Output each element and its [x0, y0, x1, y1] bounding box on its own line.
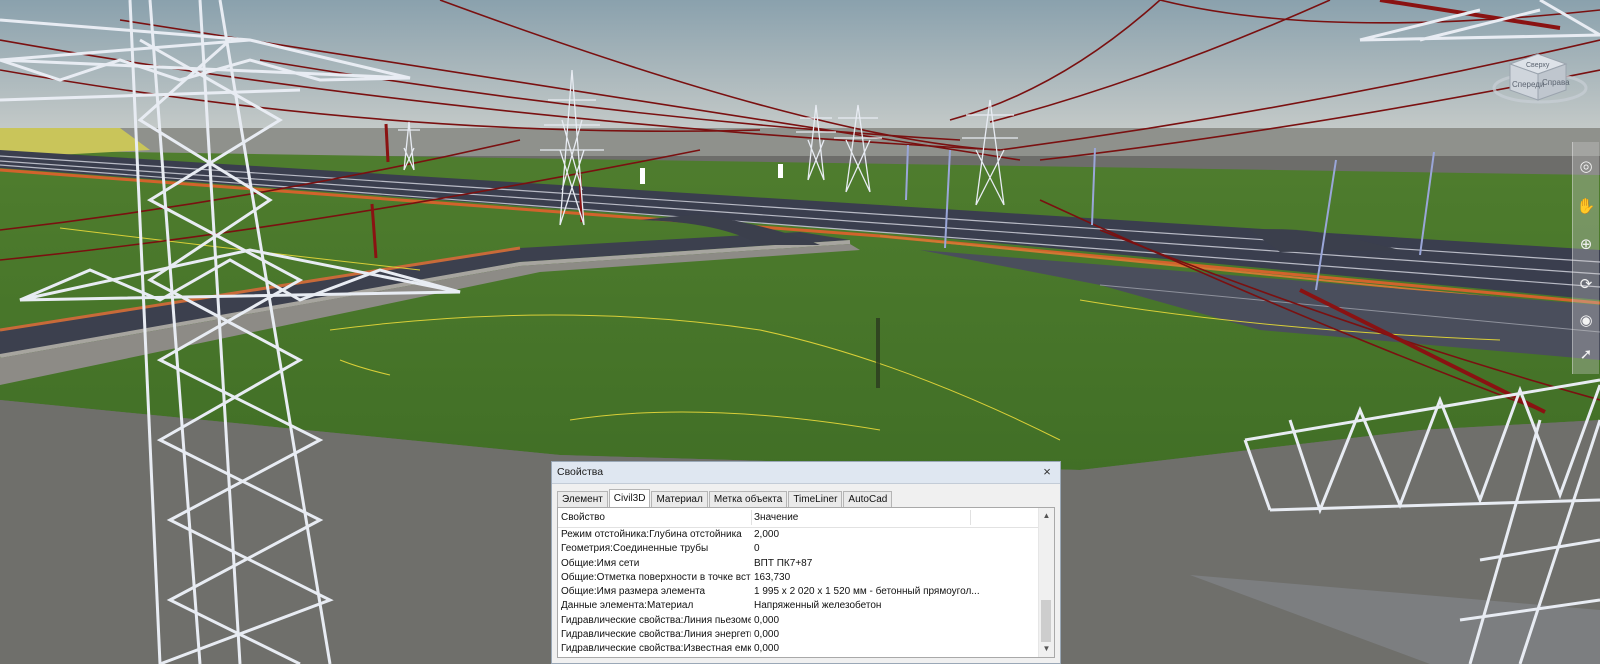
table-row[interactable]: Геометрия:Соединенные трубы 0	[558, 542, 1054, 556]
table-row[interactable]: Общие:Отметка поверхности в точке вста 16…	[558, 571, 1054, 585]
orbit-icon[interactable]: ⟳	[1576, 274, 1596, 294]
property-name: Данные элемента:Материал	[561, 600, 694, 612]
cube-front-label: Спереди	[1512, 80, 1544, 89]
property-value: 0	[754, 543, 760, 555]
table-row[interactable]: Общие:Имя размера элемента 1 995 x 2 020 …	[558, 585, 1054, 599]
close-icon[interactable]: ×	[1040, 464, 1054, 479]
steering-wheel-icon[interactable]: ◎	[1576, 156, 1596, 176]
zoom-icon[interactable]: ⊕	[1576, 234, 1596, 254]
property-name: Общие:Имя сети	[561, 557, 640, 569]
cube-right-label: Справа	[1542, 78, 1570, 87]
tab-element[interactable]: Элемент	[557, 491, 608, 508]
dialog-title: Свойства	[557, 466, 604, 478]
vertical-scrollbar[interactable]: ▲ ▼	[1038, 508, 1054, 657]
scrollbar-thumb[interactable]	[1041, 600, 1051, 642]
property-name: Гидравлические свойства:Линия пьезоме...	[561, 614, 751, 626]
property-name: Общие:Отметка поверхности в точке вста	[561, 571, 751, 583]
scroll-down-icon[interactable]: ▼	[1039, 642, 1054, 656]
tab-timeliner[interactable]: TimeLiner	[788, 491, 843, 508]
table-row[interactable]: Гидравлические свойства:Линия пьезоме...…	[558, 614, 1054, 628]
tab-object-label[interactable]: Метка объекта	[708, 491, 788, 508]
view-cube[interactable]: Спереди Справа Сверху	[1488, 40, 1588, 110]
properties-grid: Свойство Значение Режим отстойника:Глуби…	[557, 507, 1055, 658]
property-value: 0,000	[754, 614, 780, 626]
grid-header: Свойство Значение	[558, 508, 1054, 528]
table-row[interactable]: Гидравлические свойства:Линия энергети..…	[558, 628, 1054, 642]
property-value: 2,000	[754, 529, 780, 540]
property-value: 163,730	[754, 571, 791, 583]
table-row[interactable]: Гидравлические свойства:Известная емк...…	[558, 642, 1054, 656]
tab-autocad[interactable]: AutoCad	[843, 491, 893, 508]
property-value: Напряженный железобетон	[754, 600, 882, 612]
scroll-up-icon[interactable]: ▲	[1039, 509, 1054, 523]
property-name: Гидравлические свойства:Линия энергети..…	[561, 629, 751, 641]
tab-civil3d[interactable]: Civil3D	[608, 489, 651, 508]
table-row[interactable]: Общие:Имя сети ВПТ ПК7+87	[558, 557, 1054, 571]
column-divider[interactable]	[970, 510, 971, 525]
properties-dialog: Свойства × Элемент Civil3D Материал Метк…	[551, 461, 1061, 664]
pan-hand-icon[interactable]: ✋	[1576, 196, 1596, 216]
property-name: Режим отстойника:Глубина отстойника	[561, 529, 742, 540]
property-value: 1 995 x 2 020 x 1 520 мм - бетонный прям…	[754, 586, 980, 598]
cube-top-label: Сверху	[1526, 62, 1550, 69]
structure-marker	[876, 318, 880, 388]
column-divider[interactable]	[751, 510, 752, 525]
table-row[interactable]: Режим отстойника:Глубина отстойника 2,000	[558, 528, 1054, 542]
property-name: Геометрия:Соединенные трубы	[561, 543, 709, 555]
look-icon[interactable]: ◉	[1576, 310, 1596, 330]
navigation-bar: ◎ ✋ ⊕ ⟳ ◉ ➚	[1572, 142, 1599, 374]
select-arrow-icon[interactable]: ➚	[1576, 344, 1596, 364]
property-value: ВПТ ПК7+87	[754, 557, 813, 569]
property-name: Гидравлические свойства:Известная емк...	[561, 643, 751, 655]
table-row[interactable]: Данные элемента:Материал Напряженный желе…	[558, 599, 1054, 613]
tab-strip: Элемент Civil3D Материал Метка объекта T…	[557, 489, 893, 508]
tab-material[interactable]: Материал	[651, 491, 708, 508]
property-value: 0,000	[754, 629, 780, 641]
dialog-titlebar[interactable]: Свойства ×	[552, 462, 1060, 484]
column-header-value[interactable]: Значение	[754, 512, 798, 523]
column-header-property[interactable]: Свойство	[561, 512, 605, 523]
property-name: Общие:Имя размера элемента	[561, 586, 706, 598]
property-value: 0,000	[754, 643, 780, 655]
